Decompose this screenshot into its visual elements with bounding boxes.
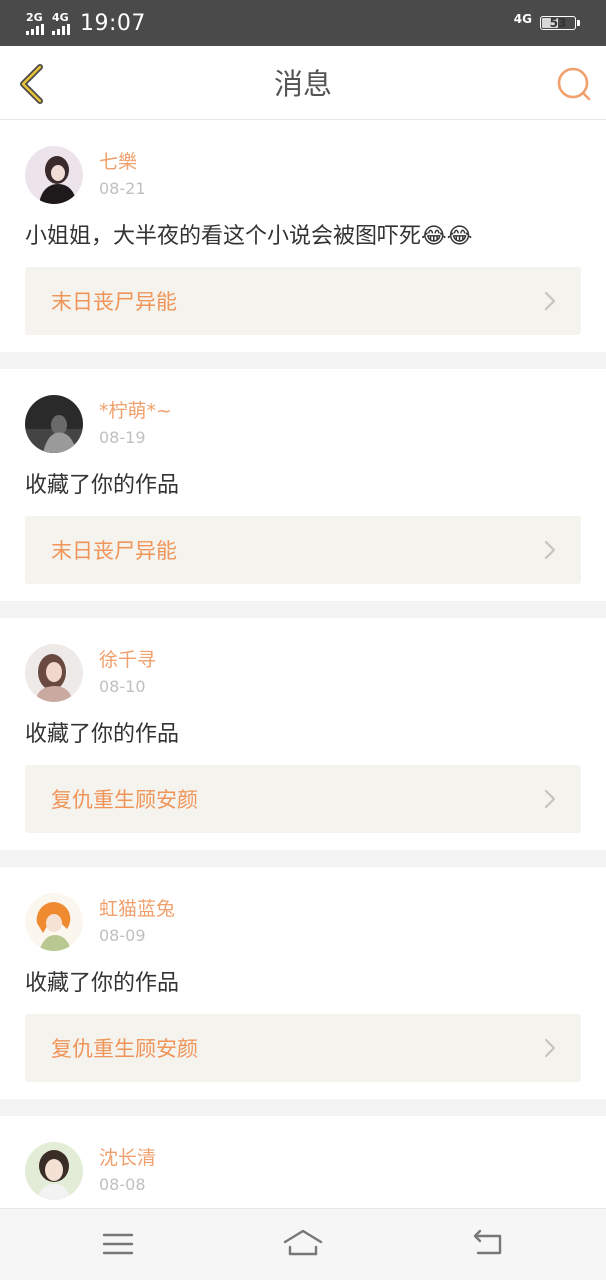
chevron-right-icon	[544, 291, 556, 311]
battery-level: 53	[549, 16, 567, 30]
work-title: 复仇重生顾安颜	[51, 788, 198, 812]
avatar[interactable]	[25, 893, 83, 951]
message-date: 08-08	[99, 1175, 146, 1194]
avatar[interactable]	[25, 395, 83, 453]
user-name[interactable]: 徐千寻	[99, 648, 156, 672]
work-link[interactable]: 末日丧尸异能	[25, 516, 581, 584]
work-title: 末日丧尸异能	[51, 539, 177, 563]
network-indicator: 4G	[513, 12, 532, 26]
emoji-icon: 😂😂	[421, 224, 473, 249]
user-name[interactable]: 七樂	[99, 150, 137, 174]
system-nav-bar	[0, 1208, 606, 1280]
chevron-right-icon	[544, 789, 556, 809]
message-date: 08-21	[99, 179, 146, 198]
page-title: 消息	[273, 67, 332, 101]
menu-button[interactable]	[100, 1227, 136, 1261]
user-name[interactable]: 沈长清	[99, 1146, 156, 1170]
status-time: 19:07	[80, 10, 146, 36]
app-header: 消息	[0, 46, 606, 120]
work-link[interactable]: 复仇重生顾安颜	[25, 765, 581, 833]
message-text: 收藏了你的作品	[25, 722, 180, 747]
battery-icon: 53	[540, 16, 576, 30]
message-item[interactable]: 沈长清 08-08	[0, 1116, 606, 1208]
search-button[interactable]	[556, 66, 592, 102]
user-name[interactable]: *柠萌*~	[99, 399, 172, 423]
home-button[interactable]	[282, 1227, 324, 1261]
message-date: 08-10	[99, 677, 146, 696]
message-item[interactable]: *柠萌*~ 08-19 收藏了你的作品 末日丧尸异能	[0, 369, 606, 601]
avatar[interactable]	[25, 1142, 83, 1200]
avatar[interactable]	[25, 146, 83, 204]
back-nav-button[interactable]	[470, 1227, 506, 1261]
message-item[interactable]: 虹猫蓝兔 08-09 收藏了你的作品 复仇重生顾安颜	[0, 867, 606, 1099]
message-item[interactable]: 七樂 08-21 小姐姐，大半夜的看这个小说会被图吓死😂😂 末日丧尸异能	[0, 120, 606, 352]
chevron-right-icon	[544, 540, 556, 560]
status-bar: 2G 4G 19:07 4G 53	[0, 0, 606, 46]
message-text: 小姐姐，大半夜的看这个小说会被图吓死😂😂	[25, 220, 472, 254]
message-text: 收藏了你的作品	[25, 971, 180, 996]
sim1-signal-icon: 2G	[26, 12, 46, 35]
work-link[interactable]: 末日丧尸异能	[25, 267, 581, 335]
sim2-signal-icon: 4G	[52, 12, 72, 35]
sim2-label: 4G	[52, 10, 69, 24]
work-title: 复仇重生顾安颜	[51, 1037, 198, 1061]
home-icon	[283, 1229, 323, 1256]
work-title: 末日丧尸异能	[51, 290, 177, 314]
avatar[interactable]	[25, 644, 83, 702]
menu-icon	[102, 1233, 134, 1255]
message-text: 收藏了你的作品	[25, 473, 180, 498]
message-item[interactable]: 徐千寻 08-10 收藏了你的作品 复仇重生顾安颜	[0, 618, 606, 850]
work-link[interactable]: 复仇重生顾安颜	[25, 1014, 581, 1082]
sim1-label: 2G	[26, 10, 43, 24]
search-icon	[557, 67, 591, 101]
back-icon	[473, 1229, 502, 1255]
chevron-right-icon	[544, 1038, 556, 1058]
message-body: 小姐姐，大半夜的看这个小说会被图吓死	[25, 224, 422, 249]
user-name[interactable]: 虹猫蓝兔	[99, 897, 175, 921]
message-list: 七樂 08-21 小姐姐，大半夜的看这个小说会被图吓死😂😂 末日丧尸异能 *柠萌…	[0, 120, 606, 1208]
message-date: 08-19	[99, 428, 146, 447]
message-date: 08-09	[99, 926, 146, 945]
